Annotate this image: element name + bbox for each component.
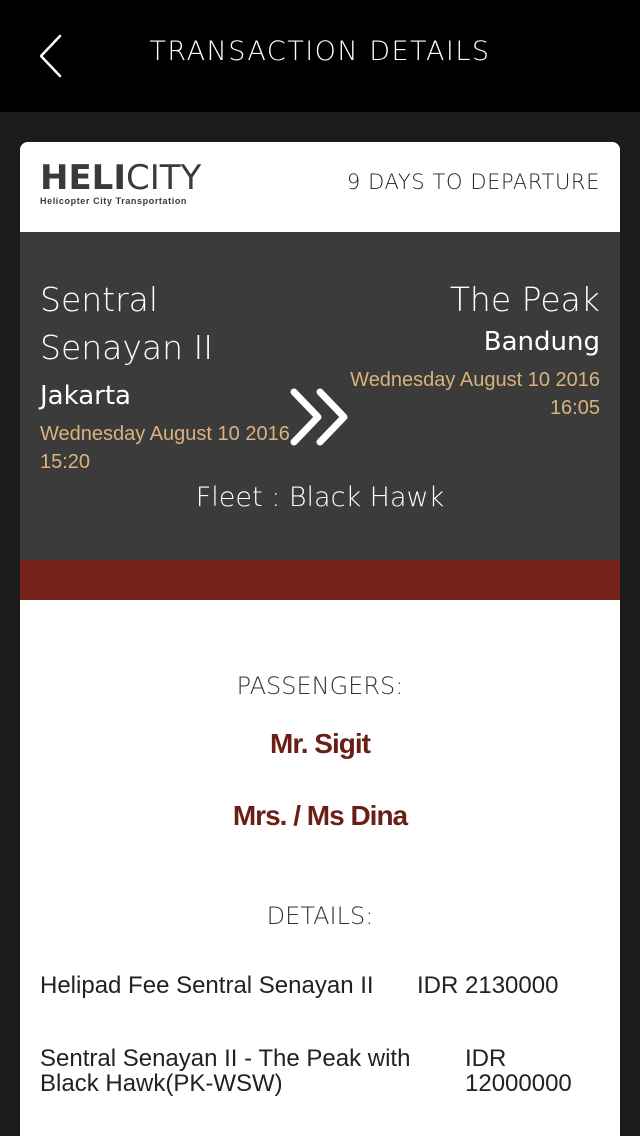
detail-description: Helipad Fee Sentral Senayan II — [40, 972, 374, 999]
logo-wordmark: HELICITY — [40, 160, 201, 196]
days-to-departure: 9 DAYS TO DEPARTURE — [346, 170, 600, 194]
detail-description: Sentral Senayan II - The Peak with Black… — [40, 1045, 411, 1097]
fleet-info: Fleet : Black Hawk — [195, 482, 445, 513]
details-heading: DETAILS: — [266, 902, 374, 930]
origin-datetime: Wednesday August 10 2016 15:20 — [40, 423, 290, 473]
destination-city: Bandung — [483, 327, 600, 357]
passenger-name: Mrs. / Ms Dina — [232, 800, 408, 831]
logo-tagline: Helicopter City Transportation — [40, 196, 188, 206]
card-header: HELICITY Helicopter City Transportation … — [20, 142, 620, 232]
destination: The Peak Bandung Wednesday August 10 201… — [340, 276, 600, 422]
origin-city: Jakarta — [40, 381, 131, 411]
navigation-bar: TRANSACTION DETAILS — [0, 0, 640, 112]
destination-datetime: Wednesday August 10 2016 16:05 — [350, 369, 600, 419]
destination-name: The Peak — [449, 280, 600, 319]
passenger-name: Mr. Sigit — [270, 728, 371, 759]
route-panel: Sentral Senayan II Jakarta Wednesday Aug… — [20, 232, 620, 560]
logo-part-heli: HELI — [40, 158, 126, 198]
detail-amount: IDR 2130000 — [417, 972, 559, 999]
helicity-logo: HELICITY Helicopter City Transportation — [40, 160, 201, 206]
detail-amount: IDR 12000000 — [465, 1045, 572, 1097]
origin: Sentral Senayan II Jakarta Wednesday Aug… — [40, 276, 290, 476]
transaction-card: HELICITY Helicopter City Transportation … — [20, 142, 620, 1136]
passengers-heading: PASSENGERS: — [236, 672, 404, 700]
accent-divider — [20, 560, 620, 600]
page-title: TRANSACTION DETAILS — [149, 36, 491, 67]
logo-part-city: CITY — [126, 158, 202, 198]
origin-name: Sentral Senayan II — [40, 280, 214, 367]
